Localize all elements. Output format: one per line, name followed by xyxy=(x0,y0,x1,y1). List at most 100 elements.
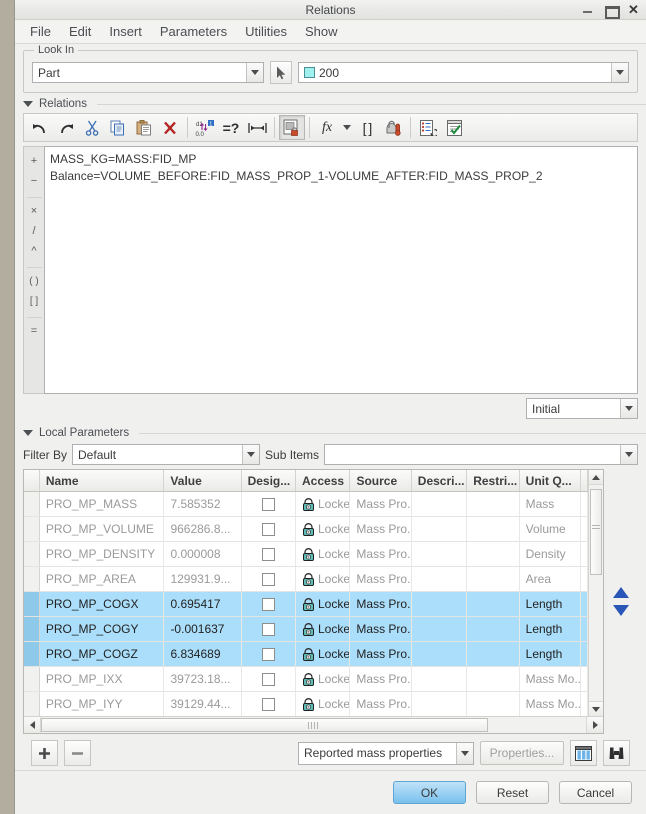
show-relations-button[interactable] xyxy=(415,115,441,140)
verify-button[interactable]: =? xyxy=(218,115,244,140)
cell-extra[interactable] xyxy=(581,542,588,566)
brackets-button[interactable]: [ ] xyxy=(354,115,380,140)
cell-unit-quantity[interactable]: Density xyxy=(520,542,581,566)
collapse-triangle-icon[interactable] xyxy=(23,430,33,436)
col-access[interactable]: Access xyxy=(296,470,351,491)
cell-value[interactable]: 0.695417 xyxy=(164,592,242,616)
cell-access[interactable]: TLocke... xyxy=(296,667,351,691)
row-handle[interactable] xyxy=(24,567,40,591)
look-in-object-combo[interactable]: 200 xyxy=(298,62,629,83)
cell-unit-quantity[interactable]: Area xyxy=(520,567,581,591)
cell-designate[interactable] xyxy=(242,692,296,716)
cell-source[interactable]: Mass Pro... xyxy=(350,592,412,616)
cell-source[interactable]: Mass Pro... xyxy=(350,667,412,691)
cell-value[interactable]: 39723.18... xyxy=(164,667,242,691)
col-restrictions[interactable]: Restri... xyxy=(467,470,520,491)
cell-name[interactable]: PRO_MP_AREA xyxy=(40,567,165,591)
insert-dimension-button[interactable] xyxy=(244,115,270,140)
table-row[interactable]: PRO_MP_IYY39129.44... TLocke...Mass Pro..… xyxy=(24,692,588,716)
designate-checkbox[interactable] xyxy=(261,572,275,586)
cell-restrictions[interactable] xyxy=(467,692,520,716)
cell-name[interactable]: PRO_MP_COGZ xyxy=(40,642,165,666)
cell-extra[interactable] xyxy=(581,692,588,716)
maximize-icon[interactable] xyxy=(604,3,620,19)
table-row[interactable]: PRO_MP_AREA129931.9... TLocke...Mass Pro.… xyxy=(24,567,588,592)
row-handle[interactable] xyxy=(24,667,40,691)
relations-text-editor[interactable]: MASS_KG=MASS:FID_MP Balance=VOLUME_BEFOR… xyxy=(44,146,638,394)
cell-designate[interactable] xyxy=(242,617,296,641)
triangle-down-icon[interactable] xyxy=(613,605,629,616)
find-button[interactable] xyxy=(603,740,630,766)
look-in-type-combo[interactable]: Part xyxy=(32,62,264,83)
chevron-down-icon[interactable] xyxy=(242,445,260,464)
scroll-right-arrow[interactable] xyxy=(586,717,603,733)
redo-button[interactable] xyxy=(53,115,79,140)
row-handle[interactable] xyxy=(24,642,40,666)
cell-extra[interactable] xyxy=(581,567,588,591)
chevron-down-icon[interactable] xyxy=(620,445,637,464)
menu-parameters[interactable]: Parameters xyxy=(151,22,236,41)
cell-name[interactable]: PRO_MP_MASS xyxy=(40,492,165,516)
menu-insert[interactable]: Insert xyxy=(100,22,151,41)
reset-button[interactable]: Reset xyxy=(476,781,549,804)
designate-checkbox[interactable] xyxy=(261,622,275,636)
cell-restrictions[interactable] xyxy=(467,617,520,641)
local-parameters-section-header[interactable]: Local Parameters xyxy=(15,424,646,442)
cell-source[interactable]: Mass Pro... xyxy=(350,642,412,666)
cell-extra[interactable] xyxy=(581,617,588,641)
operator-equals[interactable]: = xyxy=(25,321,44,341)
cell-value[interactable]: 129931.9... xyxy=(164,567,242,591)
cell-source[interactable]: Mass Pro... xyxy=(350,517,412,541)
table-row[interactable]: PRO_MP_COGY-0.001637 TLocke...Mass Pro...… xyxy=(24,617,588,642)
cancel-button[interactable]: Cancel xyxy=(559,781,632,804)
designate-checkbox[interactable] xyxy=(261,672,275,686)
minimize-icon[interactable] xyxy=(581,3,594,17)
cell-access[interactable]: TLocke... xyxy=(296,542,351,566)
table-row[interactable]: PRO_MP_VOLUME966286.8... TLocke...Mass Pr… xyxy=(24,517,588,542)
cell-name[interactable]: PRO_MP_IYY xyxy=(40,692,165,716)
relations-section-header[interactable]: Relations xyxy=(15,95,646,113)
scroll-track[interactable] xyxy=(589,485,603,701)
chevron-down-icon[interactable] xyxy=(611,63,628,82)
cell-extra[interactable] xyxy=(581,517,588,541)
table-row[interactable]: PRO_MP_DENSITY0.000008 TLocke...Mass Pro.… xyxy=(24,542,588,567)
cell-description[interactable] xyxy=(412,517,468,541)
function-dropdown[interactable] xyxy=(340,115,354,140)
row-handle[interactable] xyxy=(24,617,40,641)
operator-divide[interactable]: / xyxy=(25,221,44,241)
menu-utilities[interactable]: Utilities xyxy=(236,22,296,41)
cell-description[interactable] xyxy=(412,692,468,716)
verify-relations-button[interactable] xyxy=(441,115,467,140)
operator-brackets[interactable]: [ ] xyxy=(25,291,44,311)
hscroll-thumb[interactable] xyxy=(41,718,488,732)
row-handle[interactable] xyxy=(24,592,40,616)
cell-designate[interactable] xyxy=(242,667,296,691)
cell-description[interactable] xyxy=(412,667,468,691)
operator-power[interactable]: ^ xyxy=(25,241,44,261)
cell-source[interactable]: Mass Pro... xyxy=(350,617,412,641)
cell-value[interactable]: 39129.44... xyxy=(164,692,242,716)
cell-extra[interactable] xyxy=(581,667,588,691)
cut-button[interactable] xyxy=(79,115,105,140)
cell-description[interactable] xyxy=(412,567,468,591)
relation-lock-button[interactable] xyxy=(279,115,305,140)
designate-checkbox[interactable] xyxy=(261,522,275,536)
undo-button[interactable] xyxy=(27,115,53,140)
scroll-left-arrow[interactable] xyxy=(24,717,41,733)
cell-name[interactable]: PRO_MP_DENSITY xyxy=(40,542,165,566)
add-parameter-button[interactable] xyxy=(31,740,58,766)
chevron-down-icon[interactable] xyxy=(620,399,637,418)
operator-minus[interactable]: − xyxy=(25,171,44,191)
delete-button[interactable] xyxy=(157,115,183,140)
designate-checkbox[interactable] xyxy=(261,647,275,661)
cell-unit-quantity[interactable]: Length xyxy=(520,617,581,641)
cell-unit-quantity[interactable]: Length xyxy=(520,642,581,666)
cell-name[interactable]: PRO_MP_VOLUME xyxy=(40,517,165,541)
operator-parentheses[interactable]: ( ) xyxy=(25,271,44,291)
cell-restrictions[interactable] xyxy=(467,592,520,616)
row-handle[interactable] xyxy=(24,492,40,516)
cell-description[interactable] xyxy=(412,642,468,666)
cell-unit-quantity[interactable]: Mass Mo... xyxy=(520,692,581,716)
unit-sensitive-button[interactable] xyxy=(380,115,406,140)
cell-restrictions[interactable] xyxy=(467,667,520,691)
